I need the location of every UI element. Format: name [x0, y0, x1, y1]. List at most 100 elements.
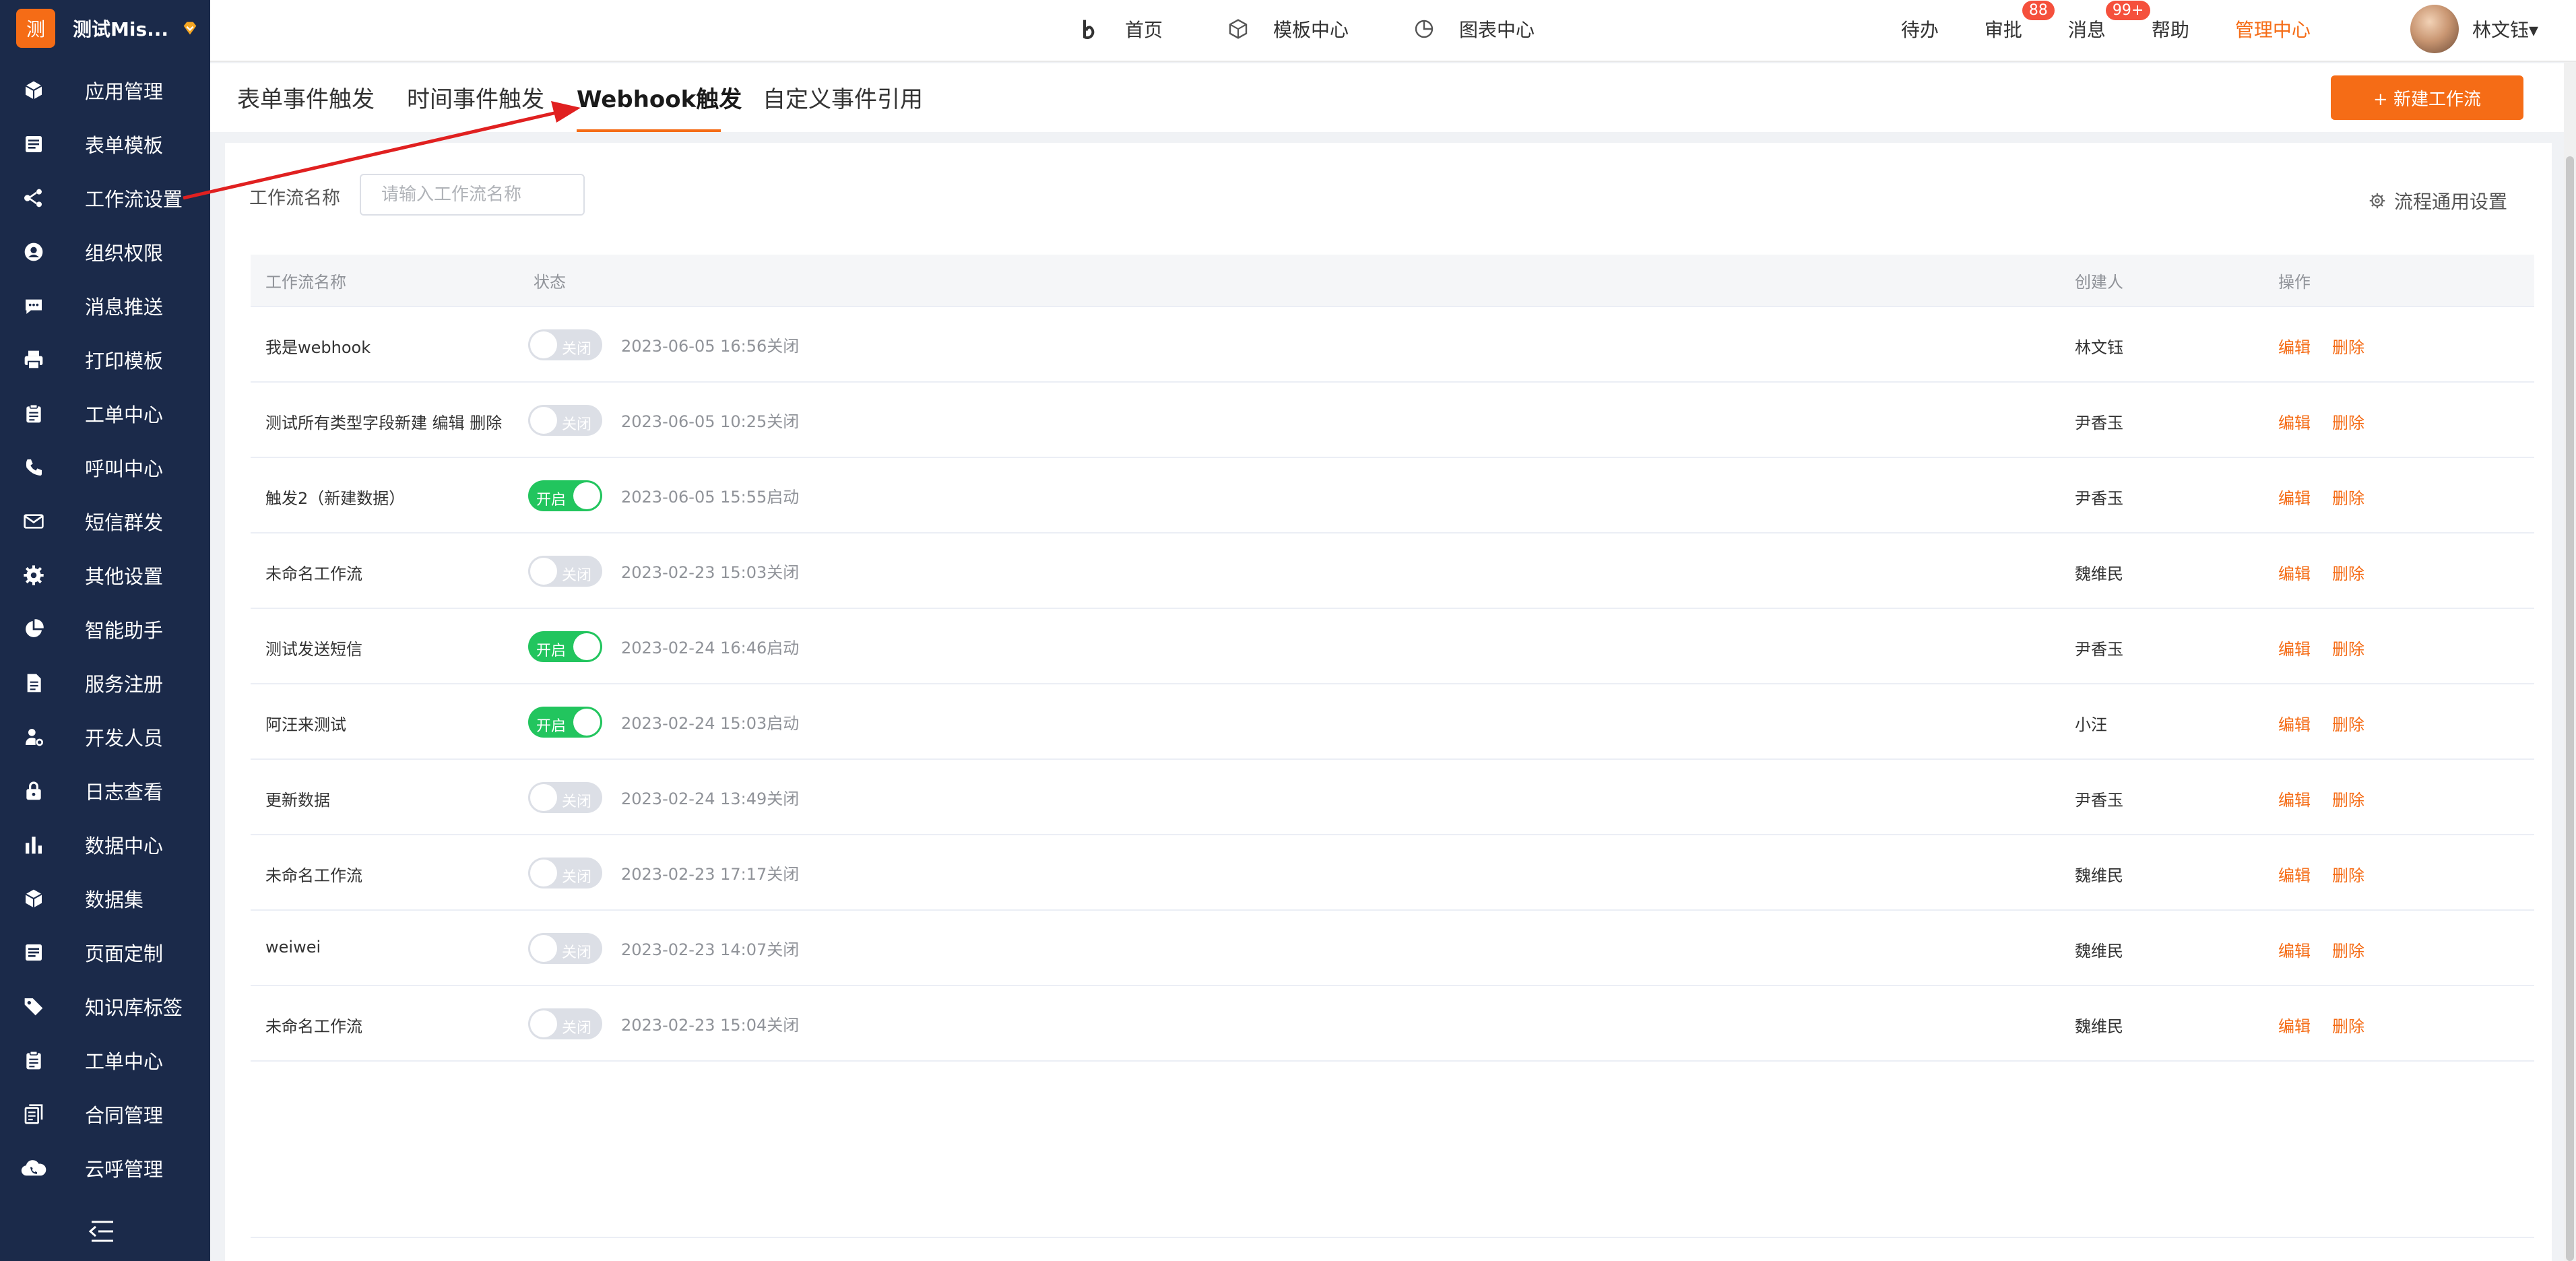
user-menu[interactable]: 林文钰▾ — [2472, 15, 2538, 42]
phone-icon — [20, 454, 47, 481]
delete-link[interactable]: 删除 — [2332, 485, 2364, 509]
sidebar-item-other-settings[interactable]: 其他设置 — [0, 548, 210, 602]
enable-toggle[interactable]: 关闭 — [528, 329, 602, 360]
workflow-name: 更新数据 — [265, 791, 330, 810]
delete-link[interactable]: 删除 — [2332, 334, 2364, 358]
enable-toggle[interactable]: 关闭 — [528, 1008, 602, 1039]
delete-link[interactable]: 删除 — [2332, 787, 2364, 810]
edit-link[interactable]: 编辑 — [2278, 334, 2311, 358]
edit-link[interactable]: 编辑 — [2278, 862, 2311, 886]
creator-name: 魏维民 — [2075, 866, 2123, 885]
sidebar-item-sms-broadcast[interactable]: 短信群发 — [0, 494, 210, 548]
scrollbar-thumb[interactable] — [2566, 156, 2574, 1261]
nav-chart-center[interactable]: 图表中心 — [1413, 15, 1535, 42]
tab-time-event[interactable]: 时间事件触发 — [407, 81, 544, 114]
sidebar-item-label: 表单模板 — [85, 134, 164, 157]
cube-icon — [20, 77, 47, 104]
enable-toggle[interactable]: 关闭 — [528, 405, 602, 436]
clipboard-icon — [20, 400, 47, 427]
nav-template-center[interactable]: 模板中心 — [1227, 15, 1349, 42]
delete-link[interactable]: 删除 — [2332, 410, 2364, 433]
sidebar-item-message-push[interactable]: 消息推送 — [0, 279, 210, 333]
edit-link[interactable]: 编辑 — [2278, 410, 2311, 433]
page-scrollbar[interactable] — [2564, 62, 2576, 1261]
help-link[interactable]: 帮助 — [2152, 15, 2189, 42]
sidebar-item-org-permissions[interactable]: 组织权限 — [0, 225, 210, 279]
nav-home-label: 首页 — [1125, 19, 1163, 41]
sidebar-item-dataset[interactable]: 数据集 — [0, 872, 210, 926]
sidebar-item-label: 数据中心 — [85, 835, 164, 858]
edit-link[interactable]: 编辑 — [2278, 560, 2311, 584]
sidebar-item-app-management[interactable]: 应用管理 — [0, 63, 210, 117]
sidebar-item-data-center[interactable]: 数据中心 — [0, 818, 210, 872]
creator-name: 尹香玉 — [2075, 640, 2123, 659]
enable-toggle[interactable]: 关闭 — [528, 782, 602, 813]
enable-toggle[interactable]: 开启 — [528, 480, 602, 511]
table-header: 工作流名称 状态 创建人 操作 — [251, 255, 2534, 307]
sidebar-item-form-template[interactable]: 表单模板 — [0, 117, 210, 171]
delete-link[interactable]: 删除 — [2332, 636, 2364, 659]
enable-toggle[interactable]: 开启 — [528, 707, 602, 738]
sidebar-item-label: 其他设置 — [85, 565, 164, 588]
tab-webhook[interactable]: Webhook触发 — [577, 81, 742, 114]
workflow-name-search-input[interactable] — [360, 174, 585, 216]
sidebar: 测 测试Mis... 应用管理 表单模板 工作流设置 组织权限 消息推送 打印模… — [0, 0, 210, 1261]
delete-link[interactable]: 删除 — [2332, 938, 2364, 961]
sidebar-item-cloud-call-management[interactable]: 云呼管理 — [0, 1141, 210, 1195]
delete-link[interactable]: 删除 — [2332, 1013, 2364, 1037]
sidebar-item-service-registration[interactable]: 服务注册 — [0, 656, 210, 710]
approval-link[interactable]: 审批 88 — [1984, 1, 2055, 42]
envelope-icon — [20, 508, 47, 535]
brand[interactable]: 测 测试Mis... — [0, 0, 210, 57]
enable-toggle[interactable]: 开启 — [528, 631, 602, 662]
table-footer-divider — [251, 1237, 2534, 1238]
toggle-knob — [530, 1010, 557, 1037]
sidebar-item-page-customization[interactable]: 页面定制 — [0, 926, 210, 979]
workflow-name: 未命名工作流 — [265, 1017, 362, 1036]
tab-form-event[interactable]: 表单事件触发 — [237, 81, 375, 114]
edit-link[interactable]: 编辑 — [2278, 485, 2311, 509]
delete-link[interactable]: 删除 — [2332, 862, 2364, 886]
sidebar-item-contract-management[interactable]: 合同管理 — [0, 1087, 210, 1141]
sidebar-item-label: 呼叫中心 — [85, 457, 164, 480]
active-tab-indicator — [577, 129, 721, 132]
header-creator: 创建人 — [2075, 272, 2123, 292]
sidebar-item-call-center[interactable]: 呼叫中心 — [0, 441, 210, 494]
pie-icon — [20, 616, 47, 643]
sidebar-item-ticket-center[interactable]: 工单中心 — [0, 387, 210, 441]
enable-toggle[interactable]: 关闭 — [528, 556, 602, 587]
approval-label: 审批 — [1984, 19, 2022, 41]
tab-custom-event[interactable]: 自定义事件引用 — [763, 81, 923, 114]
sidebar-item-smart-assistant[interactable]: 智能助手 — [0, 602, 210, 656]
status-text: 2023-06-05 16:56关闭 — [621, 337, 800, 356]
general-settings-link[interactable]: 流程通用设置 — [2367, 187, 2507, 214]
edit-link[interactable]: 编辑 — [2278, 636, 2311, 659]
todo-link[interactable]: 待办 — [1901, 15, 1939, 42]
sidebar-item-workflow-settings[interactable]: 工作流设置 — [0, 171, 210, 225]
nav-home[interactable]: 首页 — [1079, 15, 1163, 42]
delete-link[interactable]: 删除 — [2332, 711, 2364, 735]
delete-link[interactable]: 删除 — [2332, 560, 2364, 584]
sidebar-item-log-viewer[interactable]: 日志查看 — [0, 764, 210, 818]
sidebar-item-knowledge-tags[interactable]: 知识库标签 — [0, 979, 210, 1033]
workflow-table: 工作流名称 状态 创建人 操作 我是webhook 关闭 2023-06-05 … — [251, 255, 2534, 1062]
sidebar-item-developers[interactable]: 开发人员 — [0, 710, 210, 764]
edit-link[interactable]: 编辑 — [2278, 787, 2311, 810]
new-workflow-button[interactable]: + 新建工作流 — [2331, 75, 2523, 120]
edit-link[interactable]: 编辑 — [2278, 938, 2311, 961]
collapse-menu-icon[interactable] — [86, 1218, 116, 1245]
enable-toggle[interactable]: 关闭 — [528, 858, 602, 888]
toggle-text: 关闭 — [562, 341, 592, 358]
messages-label: 消息 — [2067, 19, 2106, 41]
edit-link[interactable]: 编辑 — [2278, 711, 2311, 735]
edit-link[interactable]: 编辑 — [2278, 1013, 2311, 1037]
sidebar-item-print-template[interactable]: 打印模板 — [0, 333, 210, 387]
admin-center-link[interactable]: 管理中心 — [2235, 15, 2311, 42]
sidebar-item-label: 服务注册 — [85, 673, 164, 696]
messages-link[interactable]: 消息 99+ — [2067, 1, 2151, 42]
workflow-icon — [20, 185, 47, 212]
enable-toggle[interactable]: 关闭 — [528, 933, 602, 964]
sidebar-item-ticket-center-2[interactable]: 工单中心 — [0, 1033, 210, 1087]
sidebar-item-label: 工单中心 — [85, 1050, 164, 1073]
avatar[interactable] — [2410, 5, 2459, 53]
